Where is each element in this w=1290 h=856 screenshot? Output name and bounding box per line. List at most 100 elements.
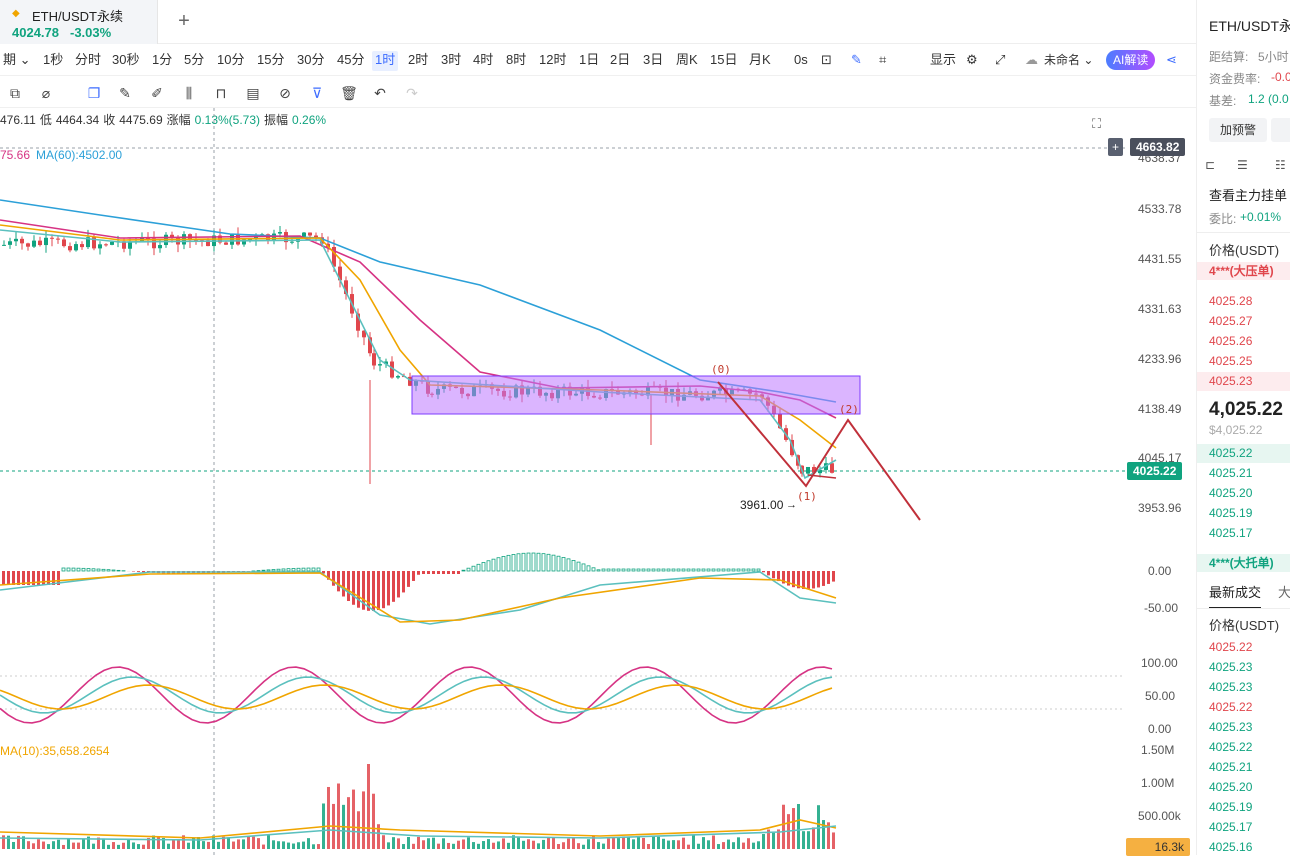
settings-icon[interactable]: ⚙ (963, 51, 981, 71)
volume-bar (107, 845, 110, 849)
kline-chart[interactable] (0, 108, 1196, 855)
interval-3d[interactable]: 3日 (640, 51, 666, 71)
ask-row[interactable]: 4025.27 (1209, 314, 1252, 328)
copy-icon[interactable]: ❐ (85, 84, 103, 102)
tab-large-trades[interactable]: 大 (1278, 582, 1290, 601)
sidebar-button-2[interactable] (1271, 118, 1290, 142)
macd-bar (432, 571, 435, 574)
sidebar-last-price-usd: $4,025.22 (1209, 423, 1262, 437)
bid-row[interactable]: 4025.21 (1209, 466, 1252, 480)
add-alert-button[interactable]: 加预警 (1209, 118, 1267, 142)
bid-row[interactable]: 4025.20 (1209, 486, 1252, 500)
camera-icon[interactable]: ⊡ (818, 51, 835, 71)
sidebar-depth-icon[interactable]: ☰ (1237, 158, 1248, 172)
macd-bar (722, 569, 725, 571)
share-icon[interactable]: ⋖ (1163, 51, 1180, 71)
volume-bar (432, 838, 435, 849)
redo-icon[interactable]: ↷ (403, 84, 421, 102)
macd-tick: 0.00 (1148, 564, 1171, 578)
macd-bar (452, 571, 455, 574)
volume-bar (442, 838, 445, 849)
interval-10m[interactable]: 10分 (214, 51, 247, 71)
interval-period[interactable]: 期 ⌄ (0, 51, 34, 71)
trash-icon[interactable]: 🗑 (340, 84, 358, 102)
macd-bar (437, 571, 440, 574)
pen-icon[interactable]: ✎ (848, 51, 865, 71)
sidebar-layout-icon[interactable]: ⊏ (1205, 158, 1215, 172)
note-icon[interactable]: ▤ (244, 84, 262, 102)
ask-row[interactable]: 4025.28 (1209, 294, 1252, 308)
interval-0s[interactable]: 0s (791, 51, 811, 71)
volume-bar (92, 844, 95, 849)
add-tab-icon[interactable]: + (174, 10, 194, 32)
interval-8h[interactable]: 8时 (503, 51, 529, 71)
layout-name[interactable]: 未命名 ⌄ (1041, 51, 1096, 71)
interval-30s[interactable]: 30秒 (109, 51, 142, 71)
interval-1s[interactable]: 1秒 (40, 51, 66, 71)
interval-timeline[interactable]: 分时 (72, 51, 104, 71)
tab-symbol: ETH/USDT永续 (32, 6, 123, 25)
interval-45m[interactable]: 45分 (334, 51, 367, 71)
candle (80, 244, 84, 247)
volume-bar (172, 840, 175, 849)
interval-1m[interactable]: 1分 (149, 51, 175, 71)
interval-1d[interactable]: 1日 (576, 51, 602, 71)
volume-bar (657, 837, 660, 849)
interval-12h[interactable]: 12时 (536, 51, 569, 71)
ask-row[interactable]: 4025.23 (1197, 372, 1290, 391)
interval-4h[interactable]: 4时 (470, 51, 496, 71)
interval-week[interactable]: 周K (673, 51, 701, 71)
eraser-icon[interactable]: ⌀ (37, 84, 55, 102)
sidebar-list-icon[interactable]: ☷ (1275, 158, 1286, 172)
interval-month[interactable]: 月K (746, 51, 774, 71)
macd-bar (92, 569, 95, 571)
interval-15d[interactable]: 15日 (707, 51, 740, 71)
volume-bar (502, 838, 505, 849)
macd-bar (712, 569, 715, 571)
cloud-icon[interactable]: ☁ (1022, 51, 1041, 71)
interval-1h[interactable]: 1时 (372, 51, 398, 71)
candles-icon[interactable]: ⫼ (180, 84, 198, 102)
interval-5m[interactable]: 5分 (181, 51, 207, 71)
volume-bar (667, 841, 670, 849)
macd-bar (312, 568, 315, 571)
volume-bar (272, 840, 275, 849)
macd-bar (562, 557, 565, 571)
macd-bar (827, 571, 830, 584)
macd-bar (677, 569, 680, 571)
link-icon[interactable]: ⊘ (276, 84, 294, 102)
volume-bar (257, 838, 260, 849)
drawing-toolbar: ⧉ ⌀ ❐ ✎ ✐ ⫼ ⊓ ▤ ⊘ ⊽ 🗑 ↶ ↷ (0, 76, 1196, 108)
volume-bar (547, 837, 550, 849)
volume-bar (207, 842, 210, 849)
crop-icon[interactable]: ⌗ (876, 51, 889, 71)
crosshair-plus-icon[interactable]: + (1108, 138, 1123, 156)
orderbook-link[interactable]: 查看主力挂单 (1209, 185, 1287, 204)
funding-label: 资金费率: (1209, 70, 1260, 87)
symbol-tab[interactable]: ◆ ETH/USDT永续 4024.78 -3.03% (0, 0, 158, 44)
tab-latest-trades[interactable]: 最新成交 (1209, 582, 1261, 609)
fullscreen-icon[interactable]: ⤢ (992, 51, 1008, 71)
candle (20, 239, 24, 244)
volume-bar (127, 839, 130, 849)
bid-row[interactable]: 4025.19 (1209, 506, 1252, 520)
macd-bar (117, 570, 120, 571)
interval-30m[interactable]: 30分 (294, 51, 327, 71)
interval-2h[interactable]: 2时 (405, 51, 431, 71)
bid-row[interactable]: 4025.22 (1197, 444, 1290, 463)
bid-row[interactable]: 4025.17 (1209, 526, 1252, 540)
display-button[interactable]: 显示 (927, 51, 959, 71)
ai-interpret-button[interactable]: AI解读 (1106, 50, 1155, 70)
interval-2d[interactable]: 2日 (607, 51, 633, 71)
macd-bar (317, 568, 320, 571)
brush-icon[interactable]: ✐ (148, 84, 166, 102)
ask-row[interactable]: 4025.26 (1209, 334, 1252, 348)
interval-3h[interactable]: 3时 (438, 51, 464, 71)
ask-row[interactable]: 4025.25 (1209, 354, 1252, 368)
filter-icon[interactable]: ⊽ (308, 84, 326, 102)
ruler-icon[interactable]: ✎ (116, 84, 134, 102)
lock-icon[interactable]: ⊓ (212, 84, 230, 102)
interval-15m[interactable]: 15分 (254, 51, 287, 71)
magnet-icon[interactable]: ⧉ (6, 84, 24, 102)
undo-icon[interactable]: ↶ (371, 84, 389, 102)
